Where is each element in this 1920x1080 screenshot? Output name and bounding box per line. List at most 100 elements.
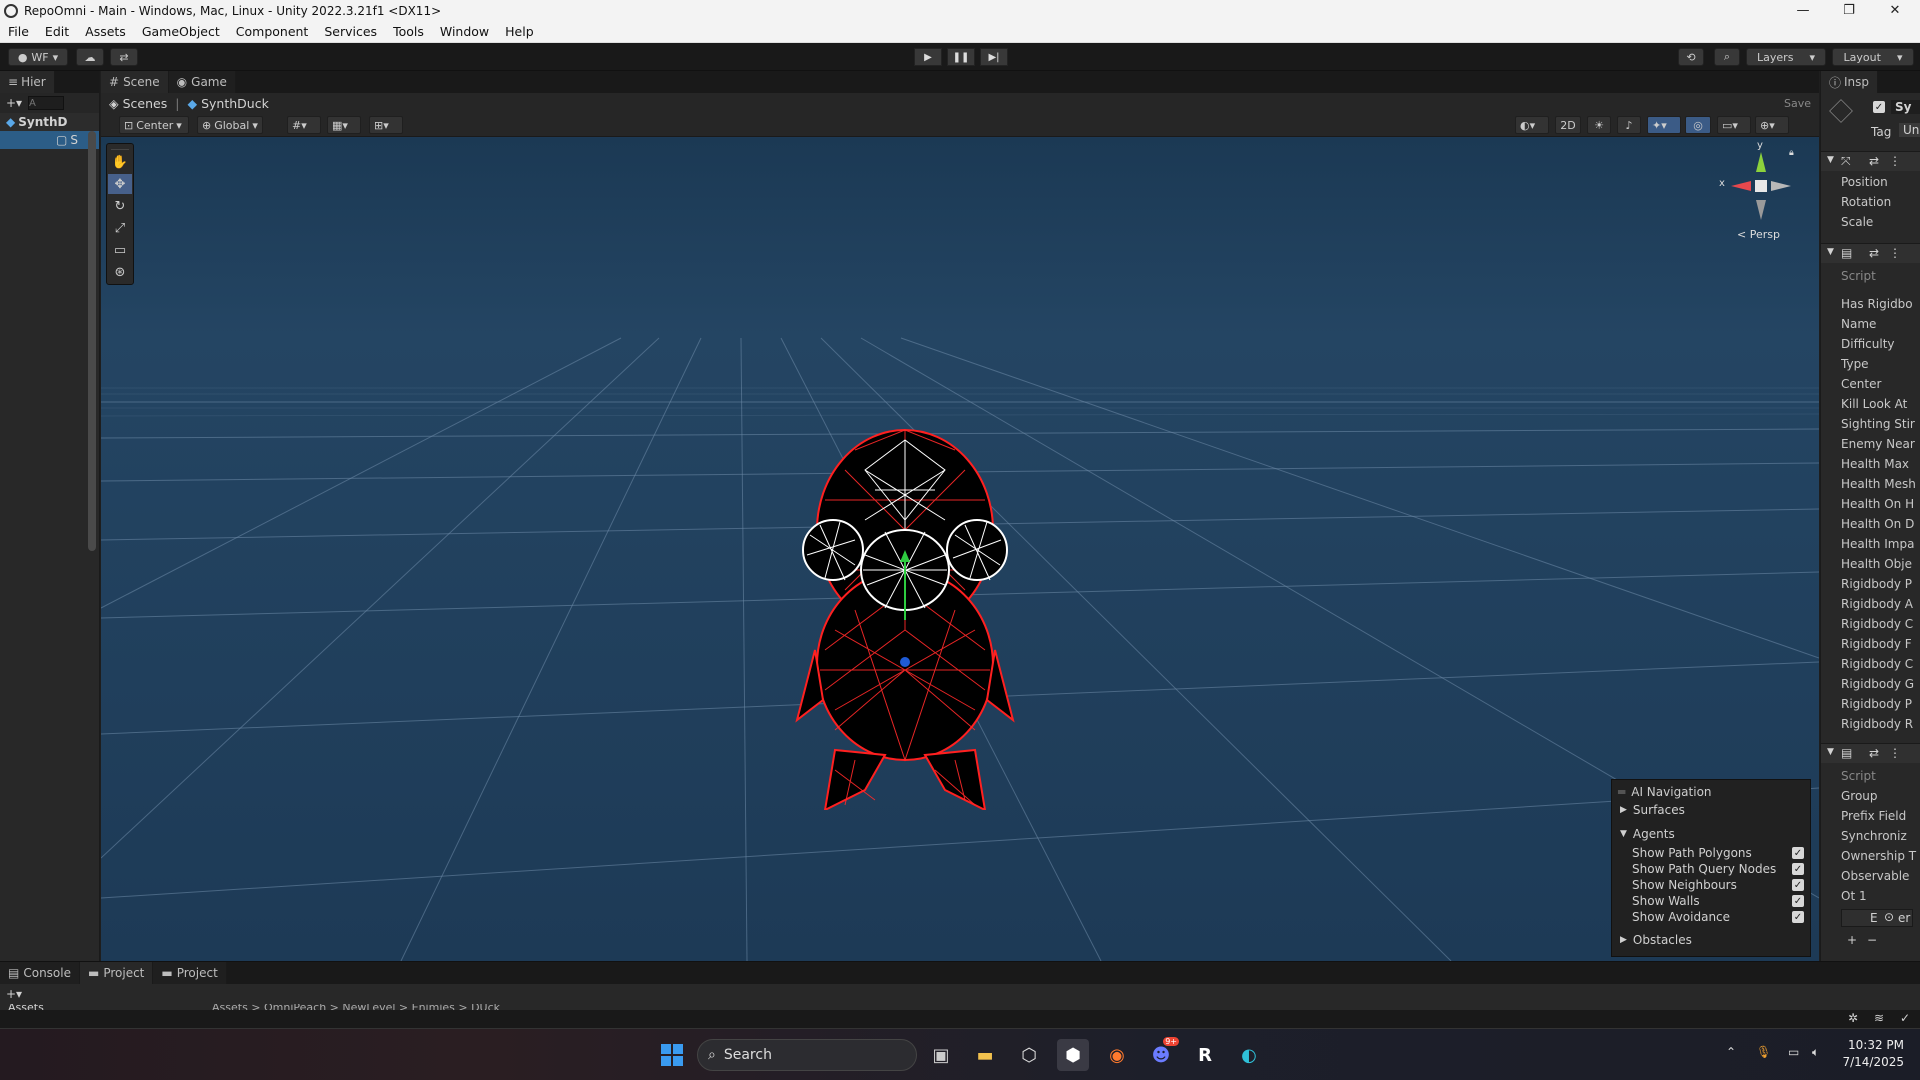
effects-button[interactable]: ✦▾ bbox=[1647, 116, 1681, 134]
history-button[interactable]: ⟲ bbox=[1678, 48, 1704, 66]
scale-tool-button[interactable]: ⤢ bbox=[108, 218, 132, 238]
projection-toggle[interactable]: < Persp bbox=[1737, 228, 1780, 241]
lighting-button[interactable]: ☀ bbox=[1587, 116, 1611, 134]
cloud-button[interactable]: ☁ bbox=[76, 48, 104, 66]
menu-edit[interactable]: Edit bbox=[37, 24, 77, 39]
ai-nav-header[interactable]: ═ AI Navigation bbox=[1612, 784, 1810, 800]
option-show-walls[interactable]: Show Walls ✓ bbox=[1612, 893, 1810, 909]
cache-icon[interactable]: ≋ bbox=[1874, 1011, 1884, 1025]
rider-button[interactable]: R bbox=[1189, 1039, 1221, 1071]
checkbox-checked[interactable]: ✓ bbox=[1792, 911, 1804, 923]
tab-inspector[interactable]: ⓘ Insp bbox=[1821, 71, 1879, 93]
scene-viewport[interactable]: ✋ ✥ ↻ ⤢ ▭ ⊛ y x 🔒︎ < Persp bbox=[101, 138, 1819, 961]
synthduck-model[interactable] bbox=[795, 410, 1015, 810]
orientation-gizmo[interactable]: y x 🔒︎ bbox=[1719, 140, 1801, 226]
unity-editor-button[interactable]: ⬢ bbox=[1057, 1039, 1089, 1071]
tab-project-2[interactable]: ▬ Project bbox=[153, 962, 227, 984]
tab-project[interactable]: ▬ Project bbox=[79, 962, 154, 984]
play-button[interactable]: ▶ bbox=[914, 48, 942, 66]
edge-button[interactable]: ◐ bbox=[1233, 1039, 1265, 1071]
ai-nav-agents[interactable]: ▼ Agents bbox=[1612, 826, 1810, 842]
rect-tool-button[interactable]: ▭ bbox=[108, 240, 132, 260]
tag-dropdown[interactable]: Un bbox=[1899, 123, 1920, 137]
network-icon[interactable]: ▭ bbox=[1788, 1045, 1799, 1059]
hand-tool-button[interactable]: ✋ bbox=[108, 152, 132, 172]
step-button[interactable]: ▶| bbox=[980, 48, 1008, 66]
discord-button[interactable]: ☻ 9+ bbox=[1145, 1037, 1179, 1071]
move-tool-button[interactable]: ✥ bbox=[108, 174, 132, 194]
ai-nav-surfaces[interactable]: ▶ Surfaces bbox=[1612, 802, 1810, 818]
option-show-path-query-nodes[interactable]: Show Path Query Nodes ✓ bbox=[1612, 861, 1810, 877]
shading-mode-button[interactable]: ◐▾ bbox=[1515, 116, 1549, 134]
maximize-button[interactable]: ❐ bbox=[1826, 0, 1872, 21]
file-explorer-button[interactable]: ▬ bbox=[969, 1039, 1001, 1071]
tab-game[interactable]: ◉ Game bbox=[168, 71, 236, 93]
option-show-avoidance[interactable]: Show Avoidance ✓ bbox=[1612, 909, 1810, 925]
tab-hierarchy[interactable]: ≡ Hier bbox=[0, 71, 55, 93]
palette-handle[interactable] bbox=[111, 144, 129, 150]
increment-snap-button[interactable]: ⊞▾ bbox=[369, 116, 403, 134]
check-icon[interactable]: ✓ bbox=[1900, 1011, 1910, 1025]
unity-hub-button[interactable]: ⬡ bbox=[1013, 1039, 1045, 1071]
grid-snap-button[interactable]: #▾ bbox=[287, 116, 321, 134]
taskbar-search[interactable]: ⌕ Search bbox=[697, 1039, 917, 1071]
menu-gameobject[interactable]: GameObject bbox=[134, 24, 228, 39]
option-show-path-polygons[interactable]: Show Path Polygons ✓ bbox=[1612, 845, 1810, 861]
hidden-objects-button[interactable]: ◎ bbox=[1685, 116, 1711, 134]
more-icon[interactable]: ⋮ bbox=[1889, 746, 1901, 760]
checkbox-checked[interactable]: ✓ bbox=[1792, 847, 1804, 859]
rotate-tool-button[interactable]: ↻ bbox=[108, 196, 132, 216]
hierarchy-search-input[interactable] bbox=[28, 96, 65, 110]
task-view-button[interactable]: ▣ bbox=[925, 1039, 957, 1071]
firefox-button[interactable]: ◉ bbox=[1101, 1039, 1133, 1071]
menu-assets[interactable]: Assets bbox=[77, 24, 134, 39]
gameobject-name-field[interactable]: Sy bbox=[1891, 100, 1920, 114]
preset-icon[interactable]: ⇄ bbox=[1869, 154, 1879, 168]
account-dropdown[interactable]: ● WF ▾ bbox=[8, 48, 68, 66]
gizmos-button[interactable]: ⊕▾ bbox=[1755, 116, 1789, 134]
transform-tool-button[interactable]: ⊛ bbox=[108, 262, 132, 282]
option-show-neighbours[interactable]: Show Neighbours ✓ bbox=[1612, 877, 1810, 893]
transform-header[interactable]: ▼ ⤧ ⇄ ⋮ bbox=[1821, 151, 1920, 171]
preset-icon[interactable]: ⇄ bbox=[1869, 246, 1879, 260]
lock-icon[interactable]: 🔒︎ bbox=[1789, 148, 1794, 158]
menu-file[interactable]: File bbox=[0, 24, 37, 39]
hierarchy-scrollbar[interactable] bbox=[88, 131, 96, 551]
hierarchy-item[interactable]: ▢ S bbox=[0, 131, 99, 149]
more-icon[interactable]: ⋮ bbox=[1889, 154, 1901, 168]
target-icon[interactable]: ⊙ bbox=[1884, 910, 1894, 924]
breadcrumb-scenes[interactable]: Scenes bbox=[123, 96, 168, 111]
bug-icon[interactable]: ✲ bbox=[1848, 1011, 1858, 1025]
checkbox-checked[interactable]: ✓ bbox=[1792, 879, 1804, 891]
layers-dropdown[interactable]: Layers ▾ bbox=[1746, 48, 1826, 66]
menu-tools[interactable]: Tools bbox=[385, 24, 432, 39]
audio-button[interactable]: ♪ bbox=[1617, 116, 1641, 134]
space-dropdown[interactable]: ⊕ Global ▾ bbox=[197, 116, 263, 134]
tab-console[interactable]: ▤ Console bbox=[0, 962, 80, 984]
component-header[interactable]: ▼ ▤ ⇄ ⋮ bbox=[1821, 743, 1920, 763]
list-element[interactable]: E ⊙ er bbox=[1841, 909, 1913, 927]
more-icon[interactable]: ⋮ bbox=[1889, 246, 1901, 260]
add-icon[interactable]: +▾ bbox=[6, 987, 22, 1001]
search-button[interactable]: ⌕ bbox=[1714, 48, 1740, 66]
add-icon[interactable]: +▾ bbox=[6, 96, 22, 110]
camera-button[interactable]: ▭▾ bbox=[1717, 116, 1751, 134]
remove-icon[interactable]: − bbox=[1867, 933, 1877, 947]
menu-component[interactable]: Component bbox=[228, 24, 317, 39]
hierarchy-root[interactable]: ◆ SynthD bbox=[0, 113, 99, 131]
tab-scene[interactable]: # Scene bbox=[101, 71, 169, 93]
collab-button[interactable]: ⇄ bbox=[110, 48, 138, 66]
menu-services[interactable]: Services bbox=[316, 24, 385, 39]
menu-window[interactable]: Window bbox=[432, 24, 497, 39]
close-button[interactable]: ✕ bbox=[1872, 0, 1918, 21]
pause-button[interactable]: ❚❚ bbox=[947, 48, 975, 66]
start-button[interactable] bbox=[656, 1039, 688, 1071]
checkbox-checked[interactable]: ✓ bbox=[1792, 863, 1804, 875]
list-header[interactable]: Ot 1 bbox=[1841, 889, 1920, 903]
save-button[interactable]: Save bbox=[1784, 97, 1811, 110]
grid-visibility-button[interactable]: ▦▾ bbox=[327, 116, 361, 134]
2d-toggle-button[interactable]: 2D bbox=[1555, 116, 1581, 134]
minimize-button[interactable]: — bbox=[1780, 0, 1826, 21]
menu-help[interactable]: Help bbox=[497, 24, 542, 39]
microphone-icon[interactable]: 🎙︎ bbox=[1756, 1045, 1771, 1059]
